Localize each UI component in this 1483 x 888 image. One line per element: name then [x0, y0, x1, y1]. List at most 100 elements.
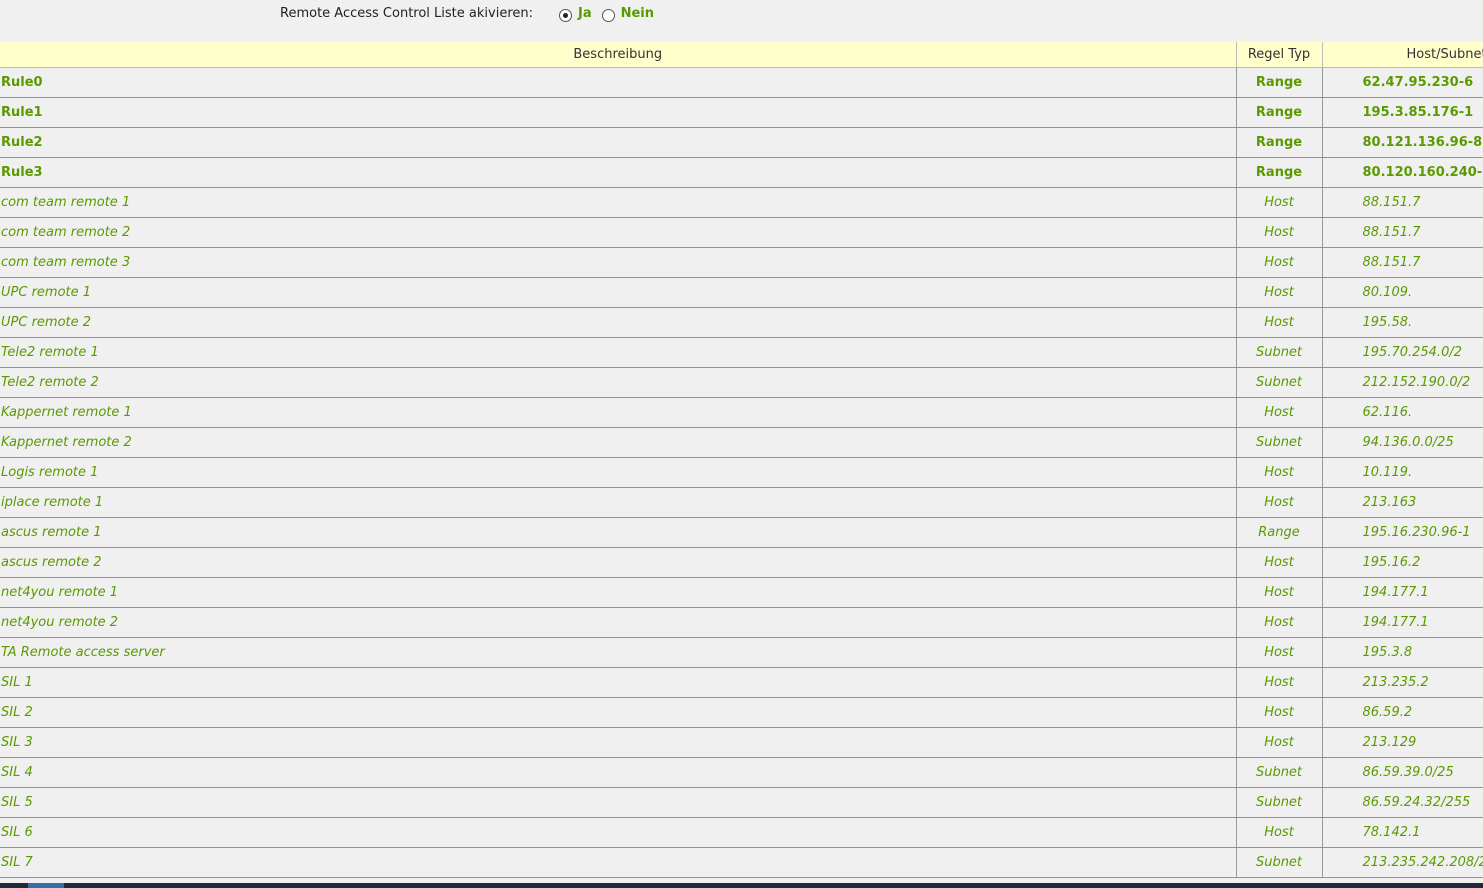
rule-host-subnet[interactable]: 62.47.95.230-6	[1322, 67, 1483, 98]
rule-type[interactable]: Host	[1236, 487, 1323, 518]
rule-type[interactable]: Range	[1236, 97, 1323, 128]
rule-description[interactable]: SIL 2	[0, 697, 1237, 728]
rule-type[interactable]: Subnet	[1236, 847, 1323, 878]
table-row[interactable]: net4you remote 1 Host 194.177.1	[0, 577, 1483, 608]
rule-description[interactable]: SIL 1	[0, 667, 1237, 698]
table-row[interactable]: UPC remote 2 Host 195.58.	[0, 307, 1483, 338]
rule-type[interactable]: Host	[1236, 217, 1323, 248]
rule-description[interactable]: Rule0	[0, 67, 1237, 98]
table-row[interactable]: TA Remote access server Host 195.3.8	[0, 637, 1483, 668]
rule-description[interactable]: com team remote 2	[0, 217, 1237, 248]
rule-type[interactable]: Host	[1236, 607, 1323, 638]
column-header-description[interactable]: Beschreibung	[0, 42, 1237, 68]
rule-type[interactable]: Host	[1236, 577, 1323, 608]
rule-type[interactable]: Host	[1236, 547, 1323, 578]
rule-type[interactable]: Host	[1236, 697, 1323, 728]
table-row[interactable]: ascus remote 1 Range 195.16.230.96-1	[0, 517, 1483, 548]
rule-host-subnet[interactable]: 195.3.85.176-1	[1322, 97, 1483, 128]
rule-description[interactable]: net4you remote 2	[0, 607, 1237, 638]
radio-ja[interactable]: Ja	[559, 6, 592, 22]
table-row[interactable]: com team remote 3 Host 88.151.7	[0, 247, 1483, 278]
rule-host-subnet[interactable]: 80.121.136.96-8	[1322, 127, 1483, 158]
rule-type[interactable]: Host	[1236, 187, 1323, 218]
table-row[interactable]: SIL 6 Host 78.142.1	[0, 817, 1483, 848]
rule-host-subnet[interactable]: 194.177.1	[1322, 577, 1483, 608]
rule-description[interactable]: ascus remote 1	[0, 517, 1237, 548]
rule-type[interactable]: Host	[1236, 727, 1323, 758]
table-row[interactable]: Rule2 Range 80.121.136.96-8	[0, 127, 1483, 158]
table-row[interactable]: SIL 2 Host 86.59.2	[0, 697, 1483, 728]
table-row[interactable]: SIL 1 Host 213.235.2	[0, 667, 1483, 698]
rule-host-subnet[interactable]: 78.142.1	[1322, 817, 1483, 848]
table-row[interactable]: SIL 4 Subnet 86.59.39.0/25	[0, 757, 1483, 788]
rule-type[interactable]: Subnet	[1236, 787, 1323, 818]
rule-host-subnet[interactable]: 88.151.7	[1322, 247, 1483, 278]
rule-description[interactable]: SIL 4	[0, 757, 1237, 788]
rule-type[interactable]: Range	[1236, 127, 1323, 158]
rule-type[interactable]: Host	[1236, 667, 1323, 698]
rule-description[interactable]: com team remote 1	[0, 187, 1237, 218]
rule-type[interactable]: Host	[1236, 637, 1323, 668]
rule-host-subnet[interactable]: 86.59.2	[1322, 697, 1483, 728]
rule-host-subnet[interactable]: 195.3.8	[1322, 637, 1483, 668]
rule-host-subnet[interactable]: 195.16.230.96-1	[1322, 517, 1483, 548]
table-row[interactable]: Rule3 Range 80.120.160.240-8	[0, 157, 1483, 188]
rule-description[interactable]: iplace remote 1	[0, 487, 1237, 518]
rule-description[interactable]: Tele2 remote 1	[0, 337, 1237, 368]
rule-description[interactable]: SIL 6	[0, 817, 1237, 848]
rule-description[interactable]: Rule1	[0, 97, 1237, 128]
rule-type[interactable]: Host	[1236, 307, 1323, 338]
table-row[interactable]: ascus remote 2 Host 195.16.2	[0, 547, 1483, 578]
table-row[interactable]: com team remote 1 Host 88.151.7	[0, 187, 1483, 218]
table-row[interactable]: Tele2 remote 2 Subnet 212.152.190.0/2	[0, 367, 1483, 398]
rule-host-subnet[interactable]: 86.59.24.32/255	[1322, 787, 1483, 818]
rule-host-subnet[interactable]: 195.70.254.0/2	[1322, 337, 1483, 368]
table-row[interactable]: SIL 7 Subnet 213.235.242.208/2	[0, 847, 1483, 878]
table-row[interactable]: iplace remote 1 Host 213.163	[0, 487, 1483, 518]
taskbar-item[interactable]	[28, 883, 64, 888]
rule-type[interactable]: Subnet	[1236, 337, 1323, 368]
rule-description[interactable]: Logis remote 1	[0, 457, 1237, 488]
column-header-host-subnet[interactable]: Host/Subnet	[1322, 42, 1483, 68]
rule-type[interactable]: Host	[1236, 277, 1323, 308]
table-row[interactable]: Logis remote 1 Host 10.119.	[0, 457, 1483, 488]
rule-type[interactable]: Host	[1236, 247, 1323, 278]
table-row[interactable]: Rule1 Range 195.3.85.176-1	[0, 97, 1483, 128]
radio-nein[interactable]: Nein	[601, 6, 654, 22]
rule-description[interactable]: Kappernet remote 1	[0, 397, 1237, 428]
rule-description[interactable]: SIL 3	[0, 727, 1237, 758]
rule-host-subnet[interactable]: 213.235.2	[1322, 667, 1483, 698]
rule-host-subnet[interactable]: 88.151.7	[1322, 187, 1483, 218]
rule-host-subnet[interactable]: 213.235.242.208/2	[1322, 847, 1483, 878]
table-row[interactable]: SIL 5 Subnet 86.59.24.32/255	[0, 787, 1483, 818]
rule-host-subnet[interactable]: 213.163	[1322, 487, 1483, 518]
radio-nein-label[interactable]: Nein	[621, 6, 654, 21]
rule-type[interactable]: Subnet	[1236, 757, 1323, 788]
rule-description[interactable]: UPC remote 2	[0, 307, 1237, 338]
rule-host-subnet[interactable]: 212.152.190.0/2	[1322, 367, 1483, 398]
rule-description[interactable]: TA Remote access server	[0, 637, 1237, 668]
rule-description[interactable]: SIL 7	[0, 847, 1237, 878]
rule-type[interactable]: Host	[1236, 817, 1323, 848]
rule-host-subnet[interactable]: 80.120.160.240-8	[1322, 157, 1483, 188]
table-row[interactable]: Tele2 remote 1 Subnet 195.70.254.0/2	[0, 337, 1483, 368]
rule-type[interactable]: Subnet	[1236, 427, 1323, 458]
table-row[interactable]: net4you remote 2 Host 194.177.1	[0, 607, 1483, 638]
rule-host-subnet[interactable]: 88.151.7	[1322, 217, 1483, 248]
rule-host-subnet[interactable]: 10.119.	[1322, 457, 1483, 488]
rule-type[interactable]: Host	[1236, 397, 1323, 428]
rule-description[interactable]: SIL 5	[0, 787, 1237, 818]
rule-type[interactable]: Range	[1236, 517, 1323, 548]
rule-host-subnet[interactable]: 80.109.	[1322, 277, 1483, 308]
table-row[interactable]: UPC remote 1 Host 80.109.	[0, 277, 1483, 308]
table-row[interactable]: Kappernet remote 1 Host 62.116.	[0, 397, 1483, 428]
rule-description[interactable]: Tele2 remote 2	[0, 367, 1237, 398]
rule-description[interactable]: Kappernet remote 2	[0, 427, 1237, 458]
rule-host-subnet[interactable]: 86.59.39.0/25	[1322, 757, 1483, 788]
rule-host-subnet[interactable]: 194.177.1	[1322, 607, 1483, 638]
rule-host-subnet[interactable]: 62.116.	[1322, 397, 1483, 428]
radio-nein-circle[interactable]	[601, 8, 615, 22]
table-row[interactable]: SIL 3 Host 213.129	[0, 727, 1483, 758]
rule-description[interactable]: ascus remote 2	[0, 547, 1237, 578]
rule-host-subnet[interactable]: 94.136.0.0/25	[1322, 427, 1483, 458]
